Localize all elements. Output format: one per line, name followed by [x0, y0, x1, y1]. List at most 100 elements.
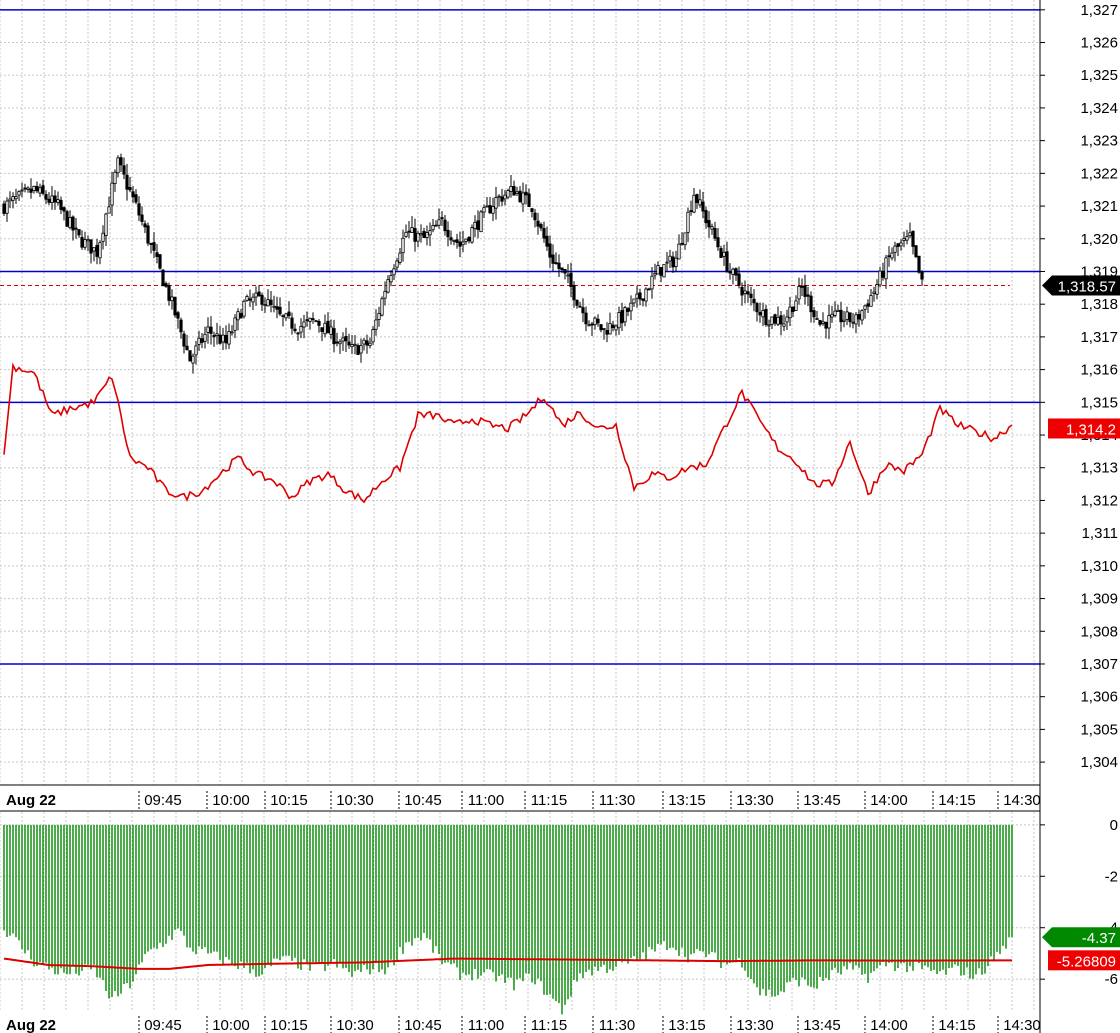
candle-body	[833, 310, 837, 316]
candle-body	[5, 200, 9, 214]
candle-body	[806, 294, 810, 297]
candle-body	[74, 227, 78, 230]
candle-body	[446, 229, 450, 238]
candle-body	[482, 207, 486, 213]
candle-body	[830, 313, 834, 318]
candle-body	[836, 309, 840, 312]
candle-body	[671, 256, 675, 268]
candle-body	[464, 238, 468, 242]
candle-body	[881, 271, 885, 278]
candle-body	[179, 319, 183, 333]
candle-body	[914, 245, 918, 258]
candle-body	[785, 316, 789, 323]
y-tick-label: 1,310	[1080, 558, 1118, 575]
last-price-badge: 1,318.57	[1042, 275, 1120, 296]
candle-body	[50, 195, 54, 204]
candle-body	[281, 315, 285, 318]
candle-body	[62, 207, 66, 212]
candle-body	[359, 345, 363, 354]
candle-body	[254, 292, 258, 298]
y-tick-label: -2	[1105, 868, 1118, 885]
candle-body	[668, 255, 672, 262]
candle-body	[107, 206, 111, 214]
y-tick-label: 1,317	[1080, 329, 1118, 346]
y-tick-label: 1,325	[1080, 67, 1118, 84]
candle-body	[185, 345, 189, 351]
candle-body	[884, 257, 888, 280]
y-tick-label: 0	[1110, 817, 1118, 834]
candle-body	[608, 322, 612, 335]
candle-body	[740, 286, 744, 296]
candle-body	[221, 334, 225, 343]
candle-body	[248, 298, 252, 301]
candle-body	[704, 210, 708, 224]
candle-body	[524, 191, 528, 196]
candle-body	[809, 295, 813, 313]
candle-body	[761, 310, 765, 318]
indicator-value-badge-text: -4.37	[1082, 930, 1116, 947]
time-label: 10:30	[336, 792, 374, 809]
candle-body	[458, 241, 462, 247]
candle-body	[206, 326, 210, 333]
candle-body	[797, 286, 801, 300]
candle-body	[812, 310, 816, 318]
candle-body	[839, 309, 843, 323]
candle-body	[290, 317, 294, 329]
y-tick-label: 1,324	[1080, 100, 1118, 117]
candle-body	[539, 223, 543, 229]
candle-body	[455, 239, 459, 243]
candle-body	[698, 199, 702, 206]
indicator-avg-badge-text: -5.26809	[1057, 953, 1116, 970]
candle-body	[404, 231, 408, 237]
candle-body	[509, 185, 513, 192]
candle-body	[227, 330, 231, 345]
candle-body	[863, 305, 867, 310]
time-label: 11:00	[468, 1017, 504, 1033]
candle-body	[17, 191, 21, 196]
candle-body	[602, 328, 606, 330]
y-tick-label: 1,323	[1080, 133, 1118, 150]
candle-body	[296, 332, 300, 335]
candle-body	[197, 337, 201, 345]
time-label: 14:15	[938, 1017, 976, 1033]
time-label: 14:00	[870, 1017, 908, 1033]
y-tick-label: 1,321	[1080, 198, 1118, 215]
candle-body	[617, 312, 621, 329]
y-tick-label: 1,306	[1080, 689, 1118, 706]
candle-body	[236, 311, 240, 321]
candle-body	[557, 262, 561, 269]
candle-body	[377, 313, 381, 320]
candle-body	[707, 220, 711, 228]
candle-body	[590, 323, 594, 326]
candle-body	[614, 325, 618, 331]
y-tick-label: 1,311	[1082, 525, 1118, 542]
candle-body	[563, 269, 567, 274]
candle-body	[725, 251, 729, 272]
candle-body	[434, 224, 438, 227]
candle-body	[899, 242, 903, 247]
candle-body	[134, 194, 138, 203]
candle-body	[896, 243, 900, 247]
candle-body	[737, 273, 741, 286]
candle-body	[848, 312, 852, 323]
candle-body	[80, 236, 84, 248]
candle-body	[776, 316, 780, 325]
candle-body	[56, 199, 60, 203]
candle-body	[596, 318, 600, 324]
candle-body	[824, 321, 828, 329]
candle-body	[629, 302, 633, 312]
candle-body	[692, 194, 696, 213]
candle-body	[518, 190, 522, 202]
candle-body	[95, 244, 99, 257]
candle-body	[143, 223, 147, 228]
candle-body	[551, 254, 555, 264]
candle-body	[512, 186, 516, 196]
candle-body	[167, 285, 171, 301]
candle-body	[911, 230, 915, 247]
candle-body	[683, 232, 687, 246]
candle-body	[788, 306, 792, 319]
time-label: 10:45	[404, 1017, 442, 1033]
time-axis-lower: Aug 22 09:45 10:00 10:15 10:30 10:45 11:00 11:1…	[6, 1016, 1041, 1033]
candle-body	[659, 267, 663, 276]
y-tick-label: 1,307	[1080, 656, 1118, 673]
